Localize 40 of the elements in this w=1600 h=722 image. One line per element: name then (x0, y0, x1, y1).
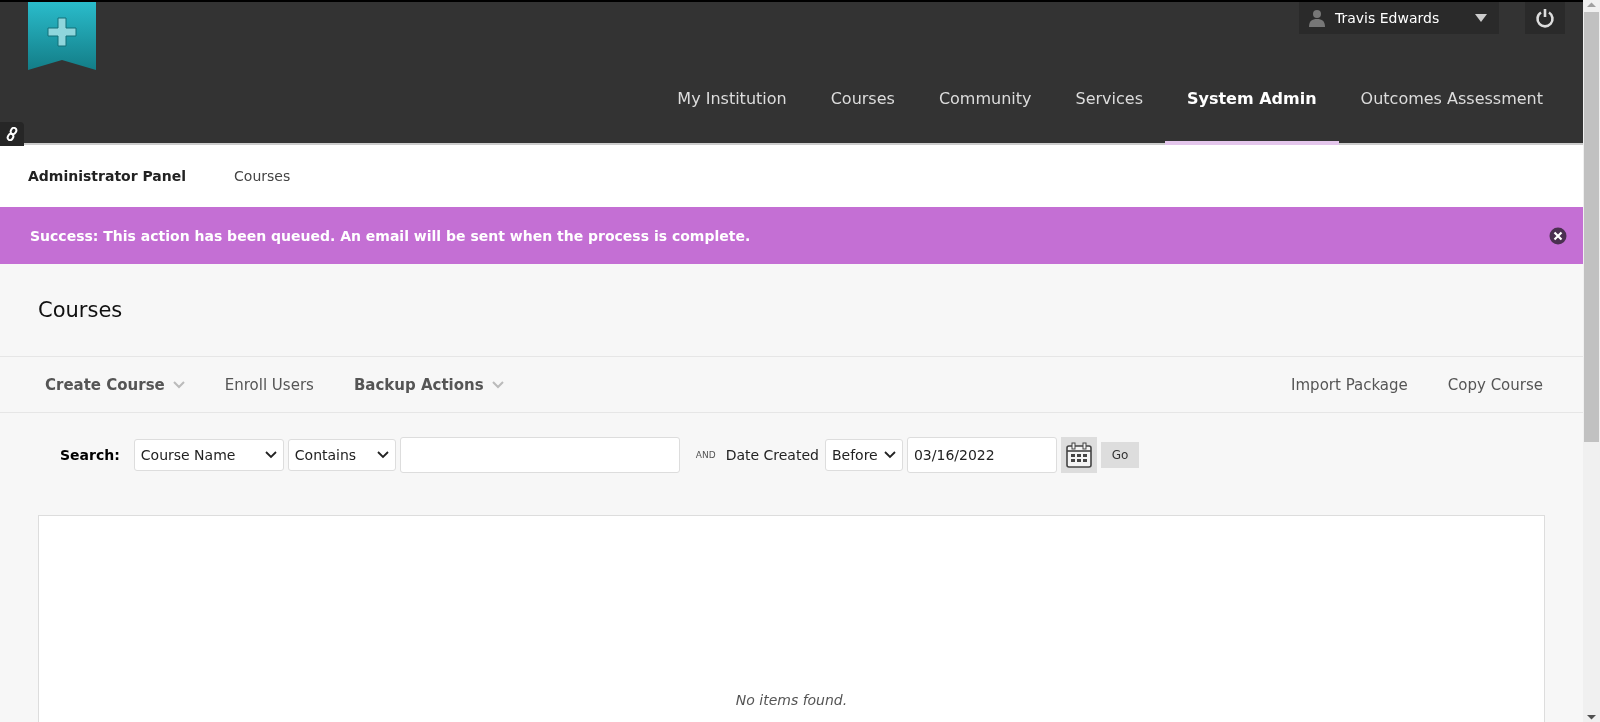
and-label: AND (695, 450, 716, 460)
chevron-down-icon (376, 451, 389, 459)
scrollbar-thumb[interactable] (1584, 12, 1599, 442)
page-title: Courses (38, 297, 124, 324)
caret-icon (1475, 14, 1487, 22)
power-button[interactable] (1525, 2, 1565, 34)
user-menu[interactable]: Travis Edwards (1299, 2, 1499, 34)
go-button[interactable]: Go (1100, 442, 1139, 468)
search-label: Search: (60, 447, 120, 463)
date-field[interactable]: 03/16/2022 (906, 437, 1057, 473)
toolbar-link[interactable]: Copy Course (1447, 375, 1543, 394)
breadcrumb-link[interactable]: Administrator Panel (28, 168, 187, 184)
chevron-down-icon (491, 380, 504, 389)
nav-tab[interactable]: Courses (808, 55, 917, 145)
person-icon (1309, 9, 1325, 27)
chevron-down-icon (172, 380, 185, 389)
date-label: Date Created (725, 447, 819, 463)
nav-tab[interactable]: Services (1053, 55, 1165, 145)
empty-message: No items found. (735, 692, 848, 708)
scrollbar[interactable] (1583, 0, 1600, 722)
toolbar-link[interactable]: Enroll Users (224, 375, 314, 394)
field-dropdown[interactable]: Course Name (133, 439, 284, 471)
operator-dropdown[interactable]: Contains (287, 439, 396, 471)
nav-tab[interactable]: Outcomes Assessment (1338, 55, 1565, 145)
nav-tab[interactable]: My Institution (655, 55, 809, 145)
breadcrumb-link[interactable]: Courses (234, 168, 291, 184)
toolbar-link[interactable]: Create Course (45, 375, 185, 394)
toolbar-link[interactable]: Import Package (1291, 375, 1408, 394)
link-icon[interactable] (0, 122, 24, 146)
power-icon (1535, 8, 1555, 28)
close-icon[interactable] (1549, 226, 1567, 245)
logo-icon[interactable] (28, 2, 96, 72)
chevron-down-icon (264, 451, 277, 459)
search-field[interactable] (399, 437, 680, 473)
toolbar-link[interactable]: Backup Actions (353, 375, 504, 394)
chevron-down-icon (883, 451, 896, 459)
nav-tab[interactable]: Community (916, 55, 1054, 145)
date-operator-dropdown[interactable]: Before (824, 439, 903, 471)
success-message: Success: This action has been queued. An email will be sent when the process is complete. (30, 227, 751, 244)
calendar-icon[interactable] (1060, 437, 1097, 473)
